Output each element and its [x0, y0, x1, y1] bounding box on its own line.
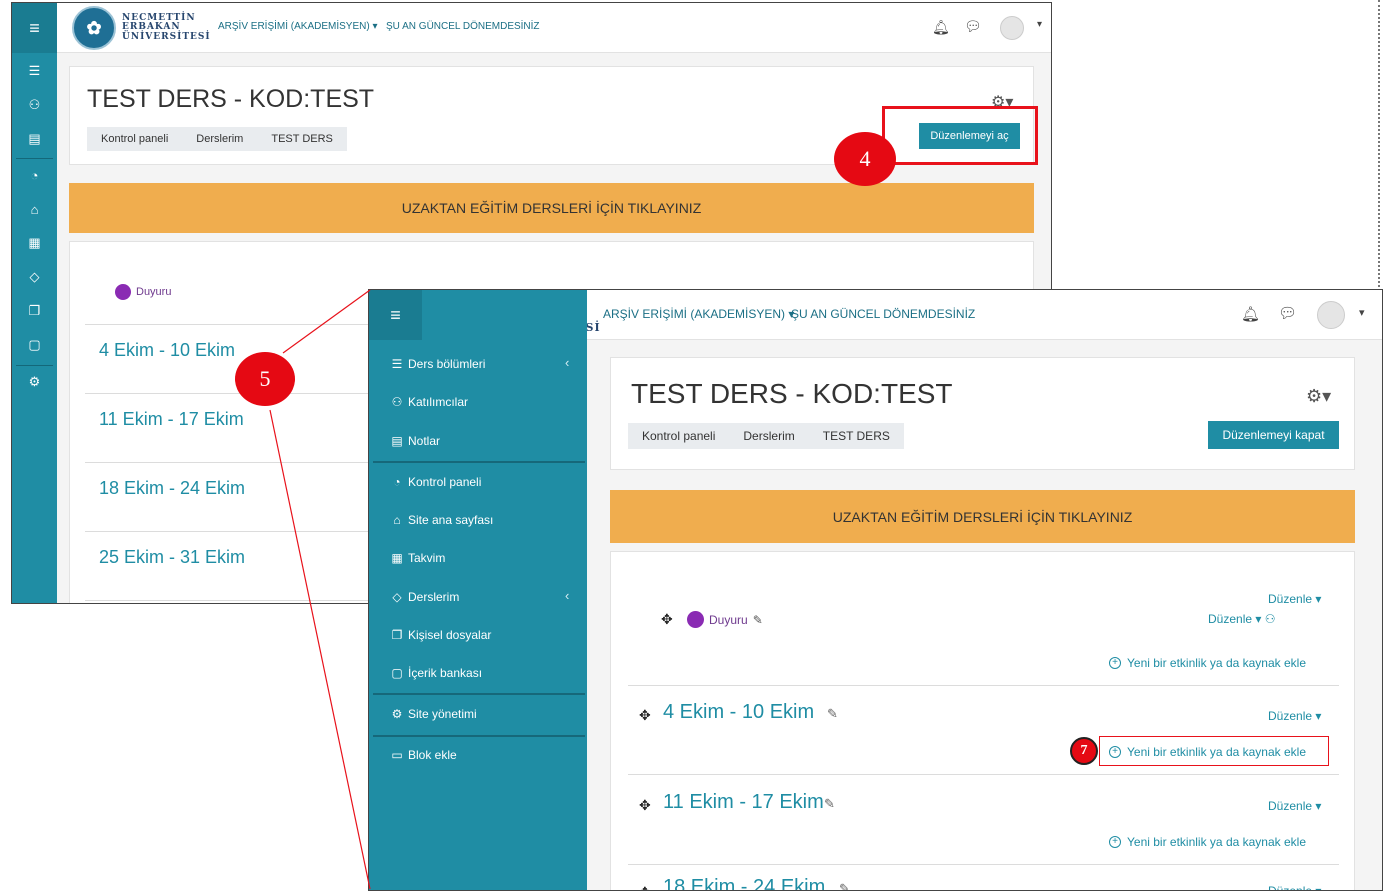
callout-line	[282, 289, 371, 354]
step-7-marker: 7	[1070, 737, 1098, 765]
step-4-marker: 4	[834, 132, 896, 186]
highlight-box	[882, 106, 1038, 165]
callout-line	[269, 409, 371, 890]
step-5-marker: 5	[235, 352, 295, 406]
highlight-box	[1099, 736, 1329, 766]
tutorial-figure: ✿ NECMETTİN ERBAKAN ÜNİVERSİTESİ ARŞİV E…	[0, 0, 1388, 891]
